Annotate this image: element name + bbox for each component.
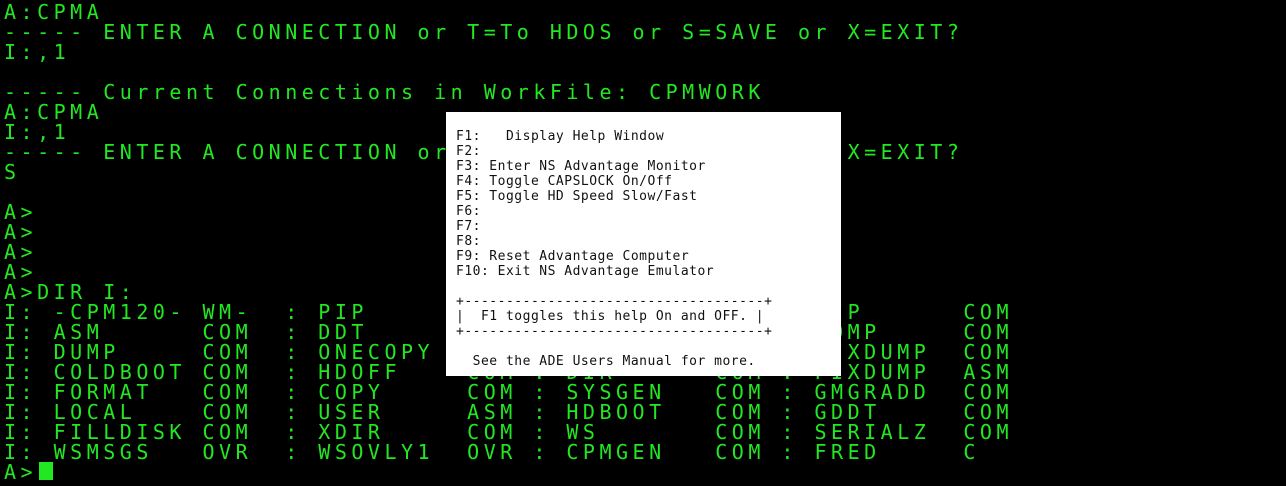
terminal-line: ----- ENTER A CONNECTION or T=To HDOS or… — [4, 20, 964, 44]
directory-row: I: FILLDISK COM : XDIR COM : WS COM : SE… — [4, 420, 1014, 444]
help-window: F1: Display Help Window F2: F3: Enter NS… — [446, 112, 841, 376]
help-key-f2: F2: — [456, 144, 481, 159]
terminal-line: S — [4, 160, 21, 184]
text-cursor — [39, 462, 54, 480]
terminal-line: A:CPMA — [4, 0, 104, 24]
terminal-line: A:CPMA — [4, 100, 104, 124]
help-key-f3: F3: Enter NS Advantage Monitor — [456, 159, 706, 174]
help-box-top: +------------------------------------+ — [456, 294, 773, 309]
terminal-line: A> — [4, 260, 38, 284]
help-key-f5: F5: Toggle HD Speed Slow/Fast — [456, 189, 698, 204]
help-key-f9: F9: Reset Advantage Computer — [456, 249, 690, 264]
help-key-f8: F8: — [456, 234, 481, 249]
directory-row: I: WSMSGS OVR : WSOVLY1 OVR : CPMGEN COM… — [4, 440, 980, 464]
terminal-line: A> — [4, 240, 38, 264]
directory-row: I: LOCAL COM : USER ASM : HDBOOT COM : G… — [4, 400, 1014, 424]
command-prompt[interactable]: A> — [4, 460, 54, 484]
terminal-line: A>DIR I: — [4, 280, 137, 304]
terminal-line: A> — [4, 220, 38, 244]
prompt-text: A> — [4, 460, 38, 484]
terminal-line: I:,1 — [4, 40, 71, 64]
help-key-f10: F10: Exit NS Advantage Emulator — [456, 264, 715, 279]
terminal-line: ----- Current Connections in WorkFile: C… — [4, 80, 765, 104]
help-key-f4: F4: Toggle CAPSLOCK On/Off — [456, 174, 673, 189]
help-key-f7: F7: — [456, 219, 481, 234]
help-spacer — [456, 279, 841, 294]
help-footer: See the ADE Users Manual for more. — [456, 354, 756, 369]
directory-row: I: FORMAT COM : COPY COM : SYSGEN COM : … — [4, 380, 1014, 404]
help-key-f1: F1: Display Help Window — [456, 129, 665, 144]
help-box-bottom: +------------------------------------+ — [456, 324, 773, 339]
terminal-line: A> — [4, 200, 38, 224]
help-spacer — [456, 339, 841, 354]
help-box-text: | F1 toggles this help On and OFF. | — [456, 309, 765, 324]
help-key-f6: F6: — [456, 204, 481, 219]
terminal-line: I:,1 — [4, 120, 71, 144]
